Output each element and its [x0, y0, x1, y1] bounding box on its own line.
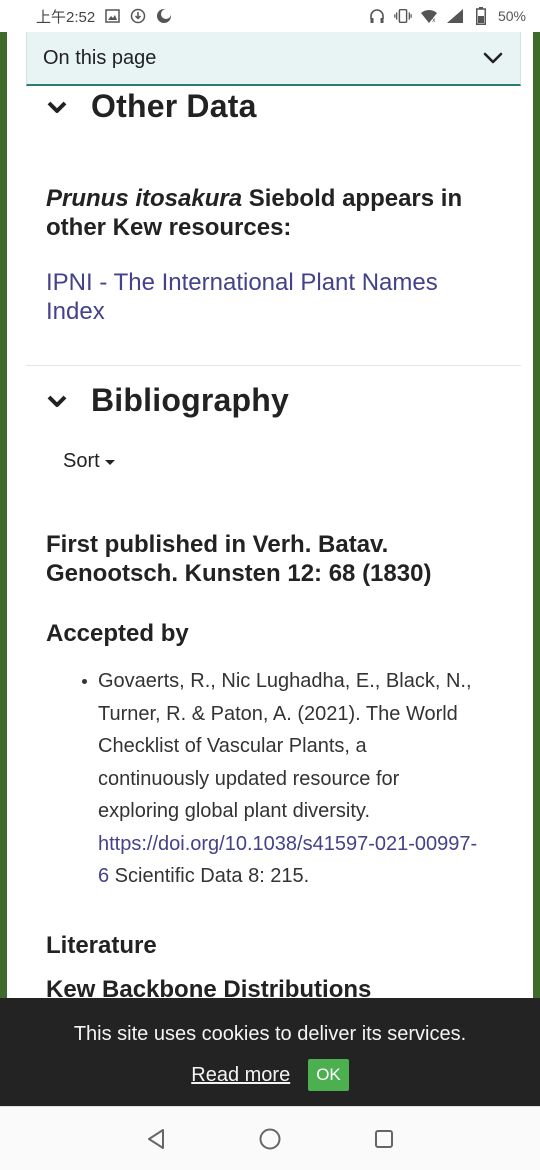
battery-icon [472, 7, 490, 25]
sort-label: Sort [63, 450, 100, 472]
other-data-header[interactable]: Other Data [45, 88, 257, 125]
recents-square-icon[interactable] [371, 1126, 397, 1152]
ok-button[interactable]: OK [308, 1059, 349, 1091]
status-left: 上午2:52 [36, 6, 173, 27]
chevron-down-icon[interactable] [45, 97, 69, 117]
on-this-page-dropdown[interactable]: On this page [26, 32, 521, 86]
other-resources-intro: Prunus itosakura Siebold appears in othe… [46, 184, 496, 242]
ipni-link[interactable]: IPNI - The International Plant Names Ind… [46, 268, 496, 326]
chevron-down-icon[interactable] [45, 391, 69, 411]
section-divider [26, 365, 521, 366]
literature-heading: Literature [46, 932, 157, 959]
first-published: First published in Verh. Batav. Genootsc… [46, 531, 432, 587]
wifi-icon: x [420, 7, 438, 25]
reference-suffix: Scientific Data 8: 215. [109, 865, 310, 887]
on-this-page-label: On this page [43, 46, 157, 69]
headphones-icon [368, 7, 386, 25]
svg-text:x: x [432, 17, 436, 24]
bibliography-title: Bibliography [91, 382, 289, 418]
vibrate-icon [394, 7, 412, 25]
list-item: Govaerts, R., Nic Lughadha, E., Black, N… [82, 665, 483, 893]
back-triangle-icon[interactable] [143, 1126, 169, 1152]
sort-dropdown[interactable]: Sort [63, 450, 115, 473]
caret-down-icon [104, 460, 115, 465]
chevron-down-icon[interactable] [482, 47, 504, 69]
battery-percent: 50% [497, 8, 526, 24]
cookie-message: This site uses cookies to deliver its se… [73, 1023, 467, 1045]
signal-icon [446, 7, 464, 25]
status-time: 上午2:52 [36, 8, 96, 26]
image-icon [103, 7, 121, 25]
page-content: On this page Other Data Prunus itosakura… [0, 32, 540, 998]
moon-icon [155, 7, 173, 25]
accepted-by-heading: Accepted by [46, 620, 189, 647]
other-data-title: Other Data [91, 88, 257, 124]
status-right: x 50% [368, 7, 526, 25]
reference-list: Govaerts, R., Nic Lughadha, E., Black, N… [82, 665, 483, 893]
home-circle-icon[interactable] [257, 1126, 283, 1152]
species-name: Prunus itosakura [46, 185, 243, 212]
read-more-link[interactable]: Read more [191, 1064, 290, 1087]
download-icon [129, 7, 147, 25]
reference-text: Govaerts, R., Nic Lughadha, E., Black, N… [98, 670, 472, 822]
bibliography-header[interactable]: Bibliography [45, 382, 289, 419]
cookie-banner: This site uses cookies to deliver its se… [0, 998, 540, 1106]
status-bar: 上午2:52 x 50% [0, 0, 540, 32]
system-nav-bar [0, 1106, 540, 1170]
cookie-actions: Read more OK [191, 1059, 349, 1091]
kew-backbone-heading: Kew Backbone Distributions [46, 976, 372, 998]
